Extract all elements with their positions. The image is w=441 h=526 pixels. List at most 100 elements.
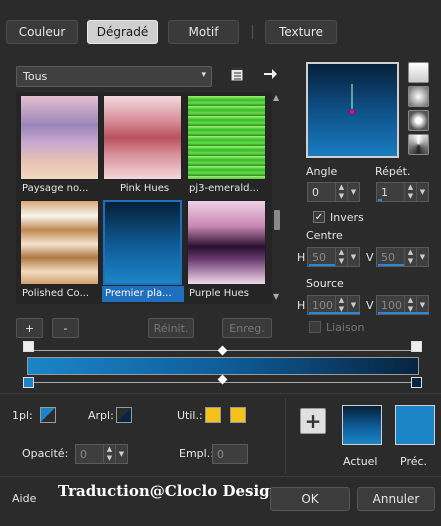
previous-label: Préc. [400, 455, 428, 468]
opacity-input[interactable]: 0 ▲ ▼ ▼ [75, 444, 128, 464]
opacity-label: Opacité: [22, 447, 69, 460]
gradient-label-polished: Polished Co... [22, 288, 90, 299]
tab-texture[interactable]: Texture [265, 20, 337, 44]
gradient-thumb-premier-plan[interactable] [103, 200, 182, 285]
add-gradient-button[interactable]: + [16, 318, 43, 338]
tab-separator [252, 25, 253, 39]
source-h-value: 100 [312, 298, 333, 312]
radial-style-icon[interactable] [408, 110, 429, 131]
spin-arrows-icon[interactable]: ▲ ▼ [404, 183, 416, 201]
location-label: Empl.: [179, 447, 214, 460]
category-dropdown[interactable]: Tous ▾ [16, 66, 212, 87]
gallery-scroll-thumb[interactable] [274, 210, 280, 230]
gradient-library-icon[interactable] [229, 66, 245, 82]
cancel-button[interactable]: Annuler [357, 487, 435, 511]
source-v-bar [378, 312, 429, 314]
opacity-midpoint[interactable] [217, 345, 228, 356]
link-checkbox[interactable] [309, 321, 321, 333]
previous-gradient-swatch[interactable] [395, 405, 435, 445]
location-input[interactable]: 0 [212, 444, 248, 464]
source-v-input[interactable]: 100 ▲ ▼ ▼ [376, 295, 429, 315]
arrow-right-icon[interactable] [262, 66, 278, 82]
gradient-preview[interactable] [306, 62, 399, 158]
angle-handle-icon [348, 84, 356, 116]
add-stop-icon[interactable]: + [300, 408, 326, 434]
gallery-scrollbar[interactable] [272, 92, 284, 304]
opacity-stop-left[interactable] [23, 341, 34, 352]
credit-watermark: Traduction@Cloclo Design [58, 482, 281, 500]
current-gradient-swatch[interactable] [342, 405, 382, 445]
spin-arrows-icon[interactable]: ▲ ▼ [103, 445, 115, 463]
repeat-label: Répét. [375, 165, 411, 178]
link-label: Liaison [326, 321, 365, 334]
category-dropdown-value: Tous [23, 70, 48, 83]
angle-value: 0 [312, 185, 319, 199]
opacity-stop-right[interactable] [411, 341, 422, 352]
reset-button[interactable]: Réinit. [148, 318, 194, 338]
opacity-value: 0 [80, 447, 87, 461]
rectangular-style-icon[interactable] [408, 86, 429, 107]
repeat-value: 1 [381, 185, 388, 199]
center-h-bar [309, 264, 335, 266]
chevron-down-icon[interactable]: ▼ [416, 248, 428, 266]
center-label: Centre [306, 229, 343, 242]
gradient-label-pink-hues: Pink Hues [119, 183, 170, 194]
source-v-value: 100 [381, 298, 402, 312]
gradient-label-purple-hues: Purple Hues [189, 288, 249, 299]
source-label: Source [306, 277, 344, 290]
foreground-stop-label: 1pl: [12, 409, 33, 422]
center-h-input[interactable]: 50 ▲ ▼ ▼ [307, 247, 360, 267]
spin-arrows-icon[interactable]: ▲ ▼ [404, 248, 416, 266]
scroll-up-icon[interactable]: ▲ [273, 93, 279, 102]
tab-pattern[interactable]: Motif [168, 20, 239, 44]
spin-arrows-icon[interactable]: ▲ ▼ [335, 183, 347, 201]
chevron-down-icon[interactable]: ▼ [347, 183, 359, 201]
center-v-label: V [366, 251, 374, 264]
tab-color[interactable]: Couleur [6, 20, 78, 44]
color-stop-right[interactable] [411, 377, 422, 388]
user-stop-label: Util.: [177, 409, 203, 422]
gradient-thumb-paysage[interactable] [20, 95, 99, 180]
help-link[interactable]: Aide [12, 492, 36, 505]
source-h-label: H [297, 299, 306, 312]
gradient-label-premier-plan: Premier pla... [102, 286, 184, 302]
center-h-label: H [297, 251, 306, 264]
panel-divider [285, 398, 286, 474]
repeat-level-bar [378, 199, 382, 201]
color-stop-left[interactable] [23, 377, 34, 388]
invert-checkbox[interactable]: ✓ [313, 211, 325, 223]
user-color-swatch-2[interactable] [230, 407, 246, 423]
gradient-thumb-polished[interactable] [20, 200, 99, 285]
center-v-value: 50 [381, 250, 395, 264]
gradient-thumb-emerald[interactable] [187, 95, 266, 180]
gradient-label-emerald: pj3-emerald... [189, 183, 260, 194]
ok-button[interactable]: OK [270, 487, 350, 511]
gradient-thumb-pink-hues[interactable] [103, 95, 182, 180]
center-v-bar [378, 264, 404, 266]
chevron-down-icon[interactable]: ▼ [416, 183, 428, 201]
invert-label: Invers [330, 211, 364, 224]
scroll-down-icon[interactable]: ▼ [273, 292, 279, 301]
source-h-input[interactable]: 100 ▲ ▼ ▼ [307, 295, 360, 315]
remove-gradient-button[interactable]: - [52, 318, 79, 338]
location-value: 0 [217, 447, 224, 461]
gradient-label-paysage: Paysage no... [22, 183, 89, 194]
tab-gradient[interactable]: Dégradé [87, 20, 158, 44]
user-color-swatch[interactable] [205, 407, 221, 423]
angle-label: Angle [306, 165, 338, 178]
gradient-thumb-purple-hues[interactable] [187, 200, 266, 285]
chevron-down-icon[interactable]: ▼ [115, 445, 127, 463]
sunburst-style-icon[interactable] [408, 134, 429, 155]
gradient-editor-bar[interactable] [27, 357, 419, 375]
background-stop-swatch[interactable] [116, 407, 132, 423]
repeat-input[interactable]: 1 ▲ ▼ ▼ [376, 182, 429, 202]
spin-arrows-icon[interactable]: ▲ ▼ [335, 248, 347, 266]
source-h-bar [309, 312, 360, 314]
linear-style-icon[interactable] [408, 62, 429, 83]
center-v-input[interactable]: 50 ▲ ▼ ▼ [376, 247, 429, 267]
bottom-divider [0, 476, 441, 477]
foreground-stop-swatch[interactable] [40, 407, 56, 423]
angle-input[interactable]: 0 ▲ ▼ ▼ [307, 182, 360, 202]
save-gradient-button[interactable]: Enreg. [222, 318, 272, 338]
chevron-down-icon[interactable]: ▼ [347, 248, 359, 266]
